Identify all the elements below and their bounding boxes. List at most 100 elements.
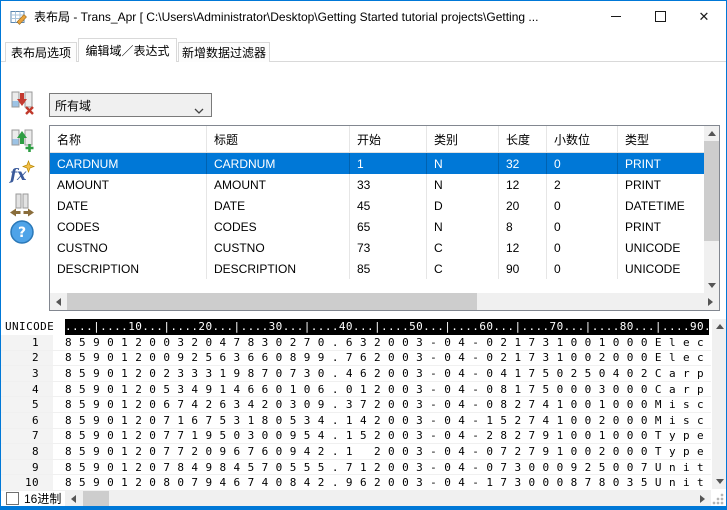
help-button[interactable]: ?: [8, 218, 36, 246]
data-row[interactable]: 68 5 9 0 1 2 0 7 1 6 7 5 3 1 8 0 5 3 4 .…: [1, 413, 711, 429]
resize-grip[interactable]: [712, 493, 724, 505]
minimize-button[interactable]: [594, 1, 638, 32]
help-icon: ?: [9, 219, 35, 245]
scroll-right-icon[interactable]: [694, 491, 711, 508]
fields-horizontal-scrollbar[interactable]: [50, 293, 719, 310]
row-data: 8 5 9 0 1 2 0 6 7 4 2 6 3 4 2 0 3 0 9 . …: [53, 398, 704, 411]
column-header-title[interactable]: 标题: [207, 126, 350, 152]
cell-type: PRINT: [618, 174, 704, 195]
scroll-down-icon[interactable]: [704, 278, 719, 293]
row-number: 2: [1, 351, 53, 366]
row-data: 8 5 9 0 1 2 0 8 0 7 9 4 6 7 4 0 8 4 2 . …: [53, 476, 704, 489]
scroll-up-icon[interactable]: [704, 126, 719, 141]
table-layout-icon: [10, 9, 28, 25]
add-field-button[interactable]: [8, 126, 36, 154]
hex-checkbox[interactable]: [6, 492, 19, 505]
table-row[interactable]: CARDNUM CARDNUM 1 N 32 0 PRINT: [50, 153, 704, 174]
window-title: 表布局 - Trans_Apr [ C:\Users\Administrator…: [34, 8, 594, 25]
edit-expression-button[interactable]: fx: [8, 159, 36, 187]
data-row[interactable]: 58 5 9 0 1 2 0 6 7 4 2 6 3 4 2 0 3 0 9 .…: [1, 397, 711, 413]
data-row[interactable]: 108 5 9 0 1 2 0 8 0 7 9 4 6 7 4 0 8 4 2 …: [1, 475, 711, 491]
row-number: 8: [1, 444, 53, 459]
cell-name: CUSTNO: [50, 237, 207, 258]
column-ruler: ....|....10...|....20...|....30...|....4…: [65, 319, 709, 335]
scroll-left-icon[interactable]: [65, 491, 82, 508]
cell-type: UNICODE: [618, 237, 704, 258]
column-header-category[interactable]: 类别: [427, 126, 499, 152]
cell-name: DESCRIPTION: [50, 258, 207, 279]
row-data: 8 5 9 0 1 2 0 7 7 2 0 9 6 7 6 0 9 4 2 . …: [53, 445, 704, 458]
data-row[interactable]: 88 5 9 0 1 2 0 7 7 2 0 9 6 7 6 0 9 4 2 .…: [1, 444, 711, 460]
maximize-icon: [655, 11, 666, 22]
cell-title: CODES: [207, 216, 350, 237]
table-row[interactable]: DATE DATE 45 D 20 0 DATETIME: [50, 195, 704, 216]
close-button[interactable]: ✕: [682, 1, 726, 32]
hex-checkbox-label: 16进制: [24, 490, 61, 507]
data-row[interactable]: 48 5 9 0 1 2 0 5 3 4 9 1 4 6 6 0 1 0 6 .…: [1, 382, 711, 398]
scroll-left-icon[interactable]: [50, 293, 67, 310]
scroll-right-icon[interactable]: [702, 293, 719, 310]
field-filter-dropdown[interactable]: 所有域: [49, 93, 212, 117]
fields-table-panel: 名称 标题 开始 类别 长度 小数位 类型 CARDNUM CARDNUM 1 …: [49, 125, 720, 311]
tab-add-data-filter[interactable]: 新增数据过滤器: [178, 42, 270, 62]
row-number: 5: [1, 397, 53, 412]
chevron-down-icon: [194, 103, 204, 117]
scroll-down-icon[interactable]: [712, 474, 727, 489]
delete-field-icon: [9, 89, 35, 115]
maximize-button[interactable]: [638, 1, 682, 32]
tab-edit-fields-expressions[interactable]: 编辑域／表达式: [78, 38, 177, 62]
scroll-up-icon[interactable]: [712, 319, 727, 334]
scrollbar-thumb[interactable]: [67, 293, 477, 310]
cell-length: 12: [499, 237, 547, 258]
data-row[interactable]: 18 5 9 0 1 2 0 0 3 2 0 4 7 8 3 0 2 7 0 .…: [1, 335, 711, 351]
cell-name: DATE: [50, 195, 207, 216]
cell-title: DATE: [207, 195, 350, 216]
column-header-length[interactable]: 长度: [499, 126, 547, 152]
scrollbar-thumb[interactable]: [704, 141, 719, 241]
column-header-type[interactable]: 类型: [618, 126, 704, 152]
cell-start: 65: [350, 216, 427, 237]
resize-columns-icon: [9, 192, 35, 218]
edit-expression-fx-icon: fx: [9, 160, 35, 186]
svg-text:?: ?: [18, 225, 26, 241]
column-header-name[interactable]: 名称: [50, 126, 207, 152]
data-vertical-scrollbar[interactable]: [712, 319, 727, 489]
fields-vertical-scrollbar[interactable]: [704, 126, 719, 293]
tab-table-layout-options[interactable]: 表布局选项: [5, 42, 77, 62]
row-data: 8 5 9 0 1 2 0 0 9 2 5 6 3 6 6 0 8 9 9 . …: [53, 351, 704, 364]
column-header-start[interactable]: 开始: [350, 126, 427, 152]
table-row[interactable]: DESCRIPTION DESCRIPTION 85 C 90 0 UNICOD…: [50, 258, 704, 279]
cell-title: CUSTNO: [207, 237, 350, 258]
data-row[interactable]: 78 5 9 0 1 2 0 7 7 1 9 5 0 3 0 0 9 5 4 .…: [1, 429, 711, 445]
column-header-decimals[interactable]: 小数位: [547, 126, 618, 152]
data-row[interactable]: 98 5 9 0 1 2 0 7 8 4 9 8 4 5 7 0 5 5 5 .…: [1, 460, 711, 476]
cell-start: 73: [350, 237, 427, 258]
table-row[interactable]: CODES CODES 65 N 8 0 PRINT: [50, 216, 704, 237]
row-number: 9: [1, 460, 53, 475]
cell-name: CODES: [50, 216, 207, 237]
minimize-icon: [611, 16, 621, 17]
cell-category: N: [427, 153, 499, 174]
row-data: 8 5 9 0 1 2 0 7 1 6 7 5 3 1 8 0 5 3 4 . …: [53, 414, 704, 427]
cell-type: UNICODE: [618, 258, 704, 279]
data-horizontal-scrollbar[interactable]: [65, 491, 711, 507]
data-row[interactable]: 28 5 9 0 1 2 0 0 9 2 5 6 3 6 6 0 8 9 9 .…: [1, 351, 711, 367]
row-number: 1: [1, 335, 53, 350]
resize-columns-button[interactable]: [8, 191, 36, 219]
fields-table: 名称 标题 开始 类别 长度 小数位 类型 CARDNUM CARDNUM 1 …: [50, 126, 704, 279]
data-preview: 18 5 9 0 1 2 0 0 3 2 0 4 7 8 3 0 2 7 0 .…: [1, 335, 711, 491]
scrollbar-thumb[interactable]: [83, 491, 109, 507]
data-row[interactable]: 38 5 9 0 1 2 0 2 3 3 3 1 9 8 7 0 7 3 0 .…: [1, 366, 711, 382]
hex-toggle[interactable]: 16进制: [6, 490, 61, 507]
table-row[interactable]: AMOUNT AMOUNT 33 N 12 2 PRINT: [50, 174, 704, 195]
cell-length: 32: [499, 153, 547, 174]
table-layout-window: 表布局 - Trans_Apr [ C:\Users\Administrator…: [0, 0, 727, 510]
cell-title: CARDNUM: [207, 153, 350, 174]
row-number: 3: [1, 366, 53, 381]
delete-field-button[interactable]: [8, 88, 36, 116]
cell-title: DESCRIPTION: [207, 258, 350, 279]
add-field-icon: [9, 127, 35, 153]
cell-type: PRINT: [618, 216, 704, 237]
fields-table-header: 名称 标题 开始 类别 长度 小数位 类型: [50, 126, 704, 153]
table-row[interactable]: CUSTNO CUSTNO 73 C 12 0 UNICODE: [50, 237, 704, 258]
